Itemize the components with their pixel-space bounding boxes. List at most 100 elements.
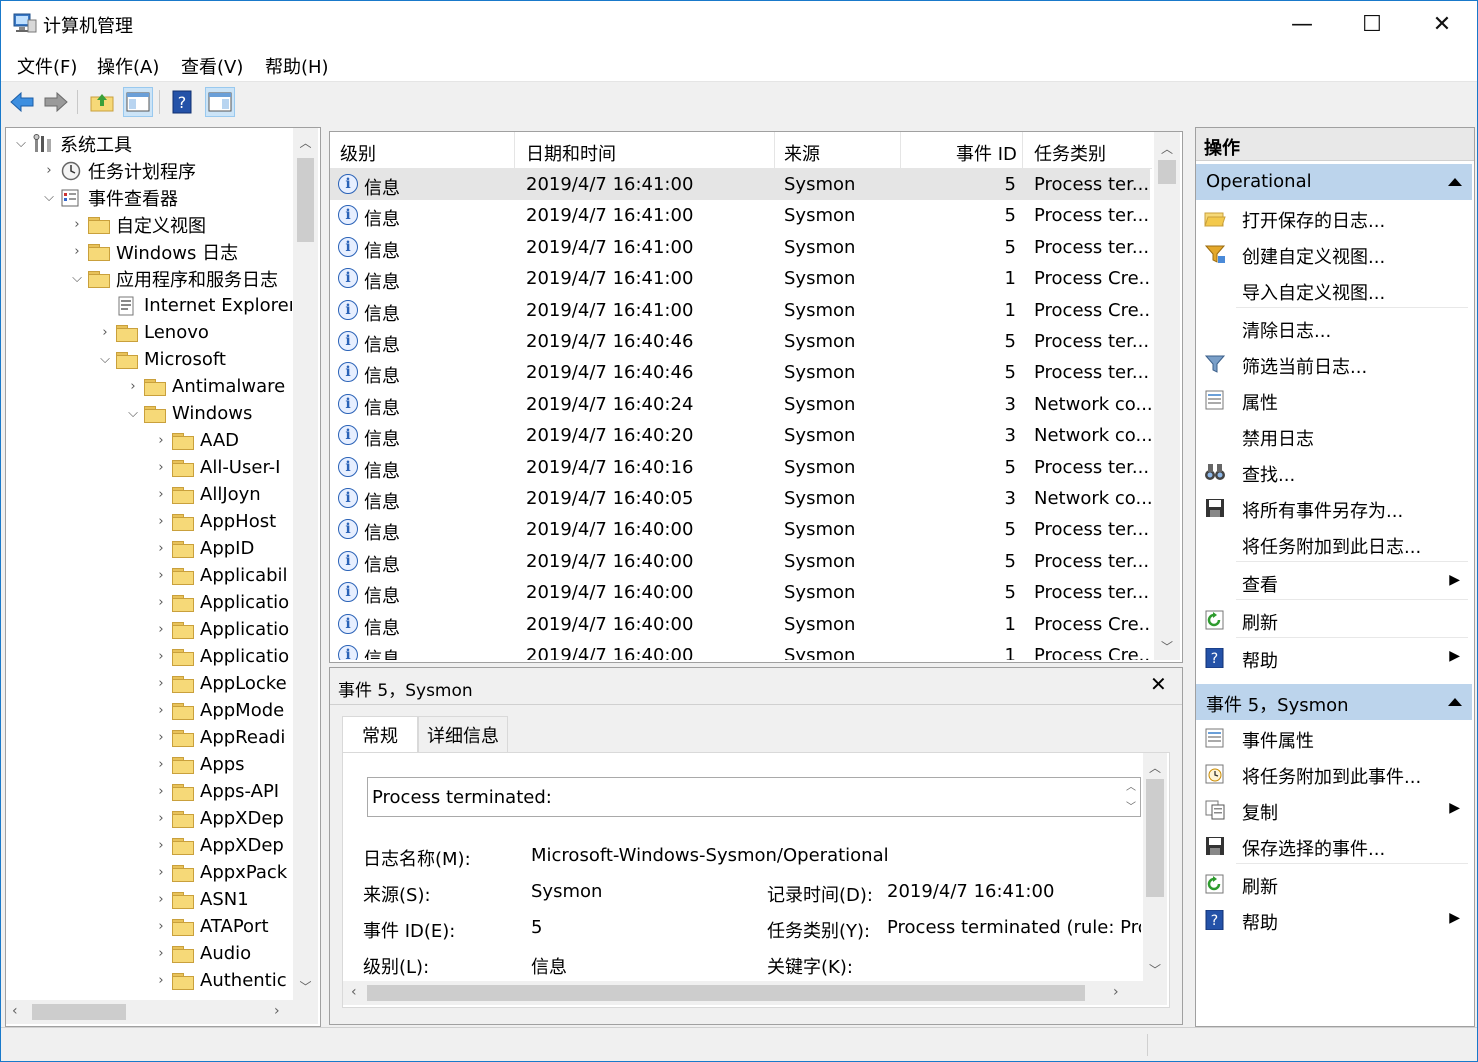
expand-chevron-icon[interactable]: ›: [150, 595, 172, 610]
maximize-button[interactable]: ☐: [1337, 1, 1407, 47]
expand-chevron-icon[interactable]: ›: [150, 460, 172, 475]
expand-chevron-icon[interactable]: ›: [150, 622, 172, 637]
action-item[interactable]: 刷新: [1196, 602, 1472, 638]
tree-item[interactable]: › AAD: [6, 427, 292, 454]
event-row[interactable]: i 信息 2019/4/7 16:40:00 Sysmon 5 Process ter..…: [330, 514, 1150, 545]
action-item[interactable]: 筛选当前日志...: [1196, 346, 1472, 382]
expand-chevron-icon[interactable]: ›: [122, 379, 144, 394]
expand-chevron-icon[interactable]: ›: [150, 649, 172, 664]
tree-item[interactable]: › AppxPack: [6, 859, 292, 886]
tree-item[interactable]: › AppID: [6, 535, 292, 562]
tree-item[interactable]: › Applicatio: [6, 589, 292, 616]
tree-item[interactable]: › Applicabil: [6, 562, 292, 589]
tree-item[interactable]: › 任务计划程序: [6, 157, 292, 184]
event-row[interactable]: i 信息 2019/4/7 16:40:00 Sysmon 5 Process ter..…: [330, 577, 1150, 608]
event-row[interactable]: i 信息 2019/4/7 16:40:00 Sysmon 1 Process Cre..…: [330, 640, 1152, 660]
expand-chevron-icon[interactable]: ›: [150, 946, 172, 961]
action-item[interactable]: 事件属性: [1196, 720, 1472, 756]
column-divider[interactable]: [514, 132, 515, 168]
tree-item[interactable]: › Lenovo: [6, 319, 292, 346]
tab-general[interactable]: 常规: [342, 716, 418, 753]
action-item[interactable]: 导入自定义视图...: [1196, 272, 1472, 308]
event-row[interactable]: i 信息 2019/4/7 16:41:00 Sysmon 5 Process ter..…: [330, 169, 1150, 200]
expand-chevron-icon[interactable]: ›: [66, 244, 88, 259]
show-hide-action-pane-button[interactable]: [205, 87, 235, 117]
scroll-down-arrow-icon[interactable]: ﹀: [293, 978, 318, 995]
tree-item[interactable]: › ATAPort: [6, 913, 292, 940]
tree-item[interactable]: Internet Explorer: [6, 292, 292, 319]
scroll-up-arrow-icon[interactable]: ︿: [293, 134, 318, 151]
event-row[interactable]: i 信息 2019/4/7 16:40:16 Sysmon 5 Process ter..…: [330, 452, 1150, 483]
column-divider[interactable]: [1022, 132, 1023, 168]
collapse-triangle-icon[interactable]: [1448, 698, 1462, 706]
tree-item[interactable]: › AllJoyn: [6, 481, 292, 508]
event-row[interactable]: i 信息 2019/4/7 16:40:24 Sysmon 3 Network co...: [330, 389, 1152, 420]
expand-chevron-icon[interactable]: ›: [150, 730, 172, 745]
event-row[interactable]: i 信息 2019/4/7 16:40:05 Sysmon 3 Network co...: [330, 483, 1152, 514]
tree-item[interactable]: ⌵ 事件查看器: [6, 184, 292, 211]
expand-chevron-icon[interactable]: ›: [38, 163, 60, 178]
action-item[interactable]: 查看 ▶: [1196, 564, 1472, 600]
tree-item[interactable]: › 自定义视图: [6, 211, 292, 238]
action-item[interactable]: 创建自定义视图...: [1196, 236, 1472, 272]
scroll-thumb[interactable]: [1158, 160, 1176, 184]
message-scroll-down-icon[interactable]: ﹀: [1126, 798, 1136, 813]
collapse-chevron-icon[interactable]: ⌵: [122, 406, 144, 421]
detail-vertical-scrollbar[interactable]: ︿ ﹀: [1143, 753, 1167, 981]
expand-chevron-icon[interactable]: ›: [150, 757, 172, 772]
close-button[interactable]: ✕: [1407, 1, 1477, 47]
collapse-chevron-icon[interactable]: ⌵: [10, 136, 32, 151]
action-item[interactable]: 属性: [1196, 382, 1472, 418]
scroll-up-arrow-icon[interactable]: ︿: [1154, 140, 1180, 157]
action-item[interactable]: 刷新: [1196, 866, 1472, 902]
tree-item[interactable]: ⌵ Windows: [6, 400, 292, 427]
expand-chevron-icon[interactable]: ›: [150, 865, 172, 880]
expand-chevron-icon[interactable]: ›: [150, 487, 172, 502]
expand-chevron-icon[interactable]: ›: [94, 325, 116, 340]
title-bar[interactable]: 计算机管理 — ☐ ✕: [1, 1, 1477, 47]
tree-horizontal-scrollbar[interactable]: ‹ ›: [6, 1000, 318, 1024]
expand-chevron-icon[interactable]: ›: [150, 784, 172, 799]
column-divider[interactable]: [774, 132, 775, 168]
column-source[interactable]: 来源: [784, 140, 820, 166]
expand-chevron-icon[interactable]: ›: [150, 676, 172, 691]
collapse-chevron-icon[interactable]: ⌵: [94, 352, 116, 367]
tree-item[interactable]: › AppReadi: [6, 724, 292, 751]
action-item[interactable]: 打开保存的日志...: [1196, 200, 1472, 236]
action-item[interactable]: 将所有事件另存为...: [1196, 490, 1472, 526]
scroll-up-arrow-icon[interactable]: ︿: [1143, 759, 1167, 776]
tree-item[interactable]: › ASN1: [6, 886, 292, 913]
tab-details[interactable]: 详细信息: [418, 716, 508, 753]
scroll-right-arrow-icon[interactable]: ›: [274, 1003, 280, 1019]
tree-item[interactable]: › AppXDep: [6, 832, 292, 859]
scroll-thumb[interactable]: [1146, 779, 1164, 897]
expand-chevron-icon[interactable]: ›: [150, 892, 172, 907]
scroll-thumb[interactable]: [367, 985, 1085, 1001]
column-datetime[interactable]: 日期和时间: [526, 140, 616, 166]
action-item[interactable]: 查找...: [1196, 454, 1472, 490]
collapse-triangle-icon[interactable]: [1448, 178, 1462, 186]
detail-close-button[interactable]: ✕: [1150, 672, 1167, 696]
expand-chevron-icon[interactable]: ›: [150, 541, 172, 556]
tree-item[interactable]: › Windows 日志: [6, 238, 292, 265]
help-toolbar-button[interactable]: ?: [167, 87, 197, 117]
column-divider[interactable]: [900, 132, 901, 168]
action-item[interactable]: 禁用日志: [1196, 418, 1472, 454]
column-event-id[interactable]: 事件 ID: [956, 140, 1017, 166]
event-row[interactable]: i 信息 2019/4/7 16:40:20 Sysmon 3 Network co...: [330, 420, 1152, 451]
expand-chevron-icon[interactable]: ›: [150, 811, 172, 826]
event-row[interactable]: i 信息 2019/4/7 16:41:00 Sysmon 1 Process Cre..…: [330, 263, 1152, 294]
event-row[interactable]: i 信息 2019/4/7 16:40:00 Sysmon 1 Process Cre..…: [330, 609, 1152, 640]
collapse-chevron-icon[interactable]: ⌵: [38, 190, 60, 205]
event-row[interactable]: i 信息 2019/4/7 16:41:00 Sysmon 5 Process ter..…: [330, 232, 1150, 263]
menu-action[interactable]: 操作(A): [97, 53, 159, 79]
tree-item[interactable]: › Applicatio: [6, 616, 292, 643]
expand-chevron-icon[interactable]: ›: [150, 703, 172, 718]
event-list-vertical-scrollbar[interactable]: ︿ ﹀: [1154, 132, 1180, 660]
scroll-down-arrow-icon[interactable]: ﹀: [1154, 638, 1180, 655]
detail-horizontal-scrollbar[interactable]: ‹ ›: [343, 981, 1167, 1005]
action-item[interactable]: 保存选择的事件...: [1196, 828, 1472, 864]
action-item[interactable]: ? 帮助 ▶: [1196, 902, 1472, 938]
menu-file[interactable]: 文件(F): [17, 53, 77, 79]
menu-view[interactable]: 查看(V): [181, 53, 243, 79]
